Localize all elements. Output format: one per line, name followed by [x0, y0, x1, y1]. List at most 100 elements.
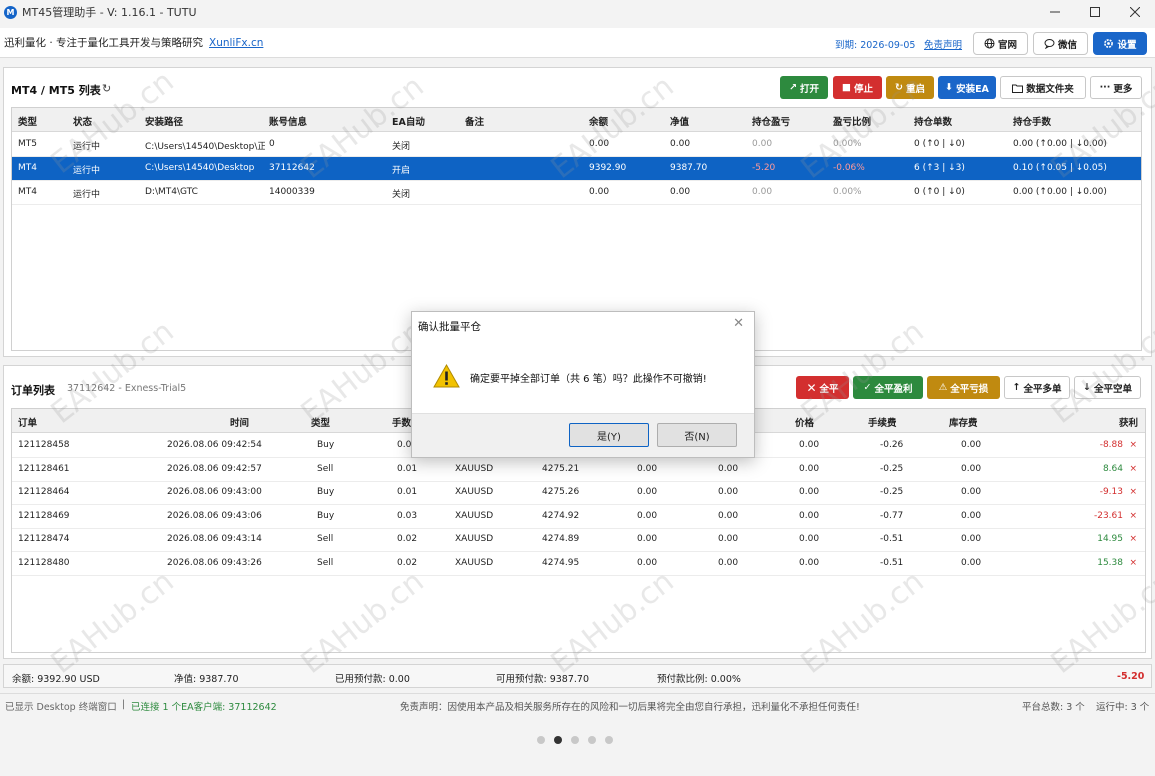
no-button[interactable]: 否(N) [657, 423, 737, 447]
col-count[interactable]: 持仓单数 [914, 114, 952, 128]
col-profit[interactable]: 获利 [1119, 415, 1138, 429]
cell-count: 0 (↑0 | ↓0) [914, 139, 965, 149]
col-order[interactable]: 订单 [18, 415, 37, 429]
close-order-icon[interactable]: × [1129, 487, 1137, 497]
disclaimer-link[interactable]: 免责声明 [924, 37, 962, 51]
close-sell-label: 全平空单 [1093, 383, 1132, 395]
more-button[interactable]: ··· 更多 [1090, 76, 1142, 99]
close-loss-button[interactable]: ⚠ 全平亏损 [927, 376, 1000, 399]
col-lots[interactable]: 持仓手数 [1013, 114, 1051, 128]
cell-profit: 15.38 [1097, 558, 1123, 568]
terminals-title: MT4 / MT5 列表 [11, 84, 101, 97]
cell-balance: 0.00 [589, 187, 610, 197]
order-row[interactable]: 121128474 2026.08.06 09:43:14 Sell 0.02 XAUU… [12, 528, 1145, 553]
summary-margin-ratio: 预付款比例: 0.00% [657, 674, 741, 685]
col-ratio[interactable]: 盈亏比例 [833, 114, 871, 128]
col-equity[interactable]: 净值 [670, 114, 689, 128]
terminal-row-selected[interactable]: MT4 运行中 C:\Users\14540\Desktop 37112642 … [12, 157, 1141, 181]
wechat-button[interactable]: 微信 [1033, 32, 1088, 55]
restart-icon: ↻ [895, 82, 903, 93]
cell-count: 6 (↑3 | ↓3) [914, 163, 965, 173]
install-ea-button[interactable]: ⬇ 安装EA [938, 76, 996, 99]
summary-total-pnl: -5.20 [1117, 671, 1145, 682]
col-swap[interactable]: 库存费 [949, 415, 978, 429]
cell-commission: -0.51 [880, 534, 904, 545]
open-arrow-icon: ↗ [789, 82, 797, 93]
cell-swap: 0.00 [961, 487, 982, 498]
col-time[interactable]: 时间 [230, 415, 249, 429]
cell-type: Buy [317, 510, 335, 521]
col-balance[interactable]: 余额 [589, 114, 608, 128]
page-dot[interactable] [571, 736, 579, 744]
page-dot[interactable] [605, 736, 613, 744]
page-dot[interactable] [537, 736, 545, 744]
cell-lots: 0.01 [397, 487, 418, 498]
orders-account-label: 37112642 - Exness-Trial5 [67, 383, 187, 394]
col-type[interactable]: 类型 [18, 114, 37, 128]
col-status[interactable]: 状态 [73, 114, 92, 128]
refresh-icon[interactable]: ↻ [102, 82, 111, 95]
data-folder-button[interactable]: 数据文件夹 [1000, 76, 1086, 99]
close-order-icon[interactable]: × [1129, 464, 1137, 474]
cell-status: 运行中 [73, 190, 101, 200]
page-dot-active[interactable] [554, 736, 562, 744]
close-icon [1130, 7, 1140, 17]
col-pnl[interactable]: 持仓盈亏 [752, 114, 790, 128]
summary-margin-free: 可用预付款: 9387.70 [496, 674, 590, 685]
close-order-icon[interactable]: × [1129, 511, 1137, 521]
close-sell-button[interactable]: ↓ 全平空单 [1074, 376, 1141, 399]
dialog-close-icon[interactable]: ✕ [733, 316, 744, 331]
maximize-button[interactable] [1075, 0, 1115, 24]
settings-button[interactable]: 设置 [1093, 32, 1147, 55]
yes-button[interactable]: 是(Y) [569, 423, 649, 447]
col-type[interactable]: 类型 [311, 415, 330, 429]
cell-symbol: XAUUSD [455, 463, 494, 474]
close-buy-button[interactable]: ↑ 全平多单 [1004, 376, 1070, 399]
warning-icon: ⚠ [938, 382, 948, 393]
cell-equity: 9387.70 [670, 163, 708, 173]
cell-swap: 0.00 [961, 463, 982, 474]
cell-swap: 0.00 [961, 440, 982, 450]
col-note[interactable]: 备注 [465, 114, 484, 128]
close-all-button[interactable]: ✕ 全平 [796, 376, 849, 399]
stop-button[interactable]: ■ 停止 [833, 76, 882, 99]
col-commission[interactable]: 手续费 [868, 415, 897, 429]
cell-commission: -0.26 [880, 440, 904, 450]
close-order-icon[interactable]: × [1129, 534, 1137, 544]
order-row[interactable]: 121128464 2026.08.06 09:43:00 Buy 0.01 XAUUS… [12, 481, 1145, 506]
order-row[interactable]: 121128469 2026.08.06 09:43:06 Buy 0.03 XAUUS… [12, 505, 1145, 529]
cell-type: Buy [317, 440, 335, 450]
footer-running: 运行中: 3 个 [1096, 702, 1150, 713]
close-order-icon[interactable]: × [1129, 440, 1137, 450]
terminal-row[interactable]: MT5 运行中 C:\Users\14540\Desktop\正 0 关闭 0.… [12, 133, 1141, 157]
cell-lots: 0.02 [397, 558, 418, 568]
col-path[interactable]: 安装路径 [145, 114, 183, 128]
cell-time: 2026.08.06 09:42:57 [167, 463, 262, 474]
cell-tp: 0.00 [718, 510, 739, 521]
close-profit-button[interactable]: ✓ 全平盈利 [853, 376, 923, 399]
close-window-button[interactable] [1115, 0, 1155, 24]
cell-swap: 0.00 [961, 534, 982, 545]
page-dot[interactable] [588, 736, 596, 744]
brand-link[interactable]: XunliFx.cn [209, 37, 263, 49]
cell-profit: 8.64 [1102, 463, 1123, 474]
close-order-icon[interactable]: × [1129, 558, 1137, 568]
restart-button[interactable]: ↻ 重启 [886, 76, 934, 99]
order-row[interactable]: 121128480 2026.08.06 09:43:26 Sell 0.02 XAUU… [12, 552, 1145, 576]
cell-commission: -0.25 [880, 463, 904, 474]
cell-balance: 9392.90 [589, 163, 627, 173]
cell-path: D:\MT4\GTC [145, 187, 198, 197]
col-lots[interactable]: 手数 [392, 415, 411, 429]
cell-pnl: 0.00 [752, 139, 773, 149]
footer-terminal-shown: 已显示 Desktop 终端窗口 [5, 702, 117, 713]
col-ea[interactable]: EA自动 [392, 114, 425, 128]
open-button[interactable]: ↗ 打开 [780, 76, 828, 99]
col-account[interactable]: 账号信息 [269, 114, 307, 128]
col-price[interactable]: 价格 [795, 415, 814, 429]
minimize-button[interactable] [1035, 0, 1075, 24]
order-row[interactable]: 121128461 2026.08.06 09:42:57 Sell 0.01 XAUU… [12, 458, 1145, 482]
gear-icon [1104, 39, 1114, 48]
cell-id: 121128480 [18, 558, 70, 568]
terminal-row[interactable]: MT4 运行中 D:\MT4\GTC 14000339 关闭 0.00 0.00… [12, 181, 1141, 205]
official-site-button[interactable]: 官网 [973, 32, 1028, 55]
